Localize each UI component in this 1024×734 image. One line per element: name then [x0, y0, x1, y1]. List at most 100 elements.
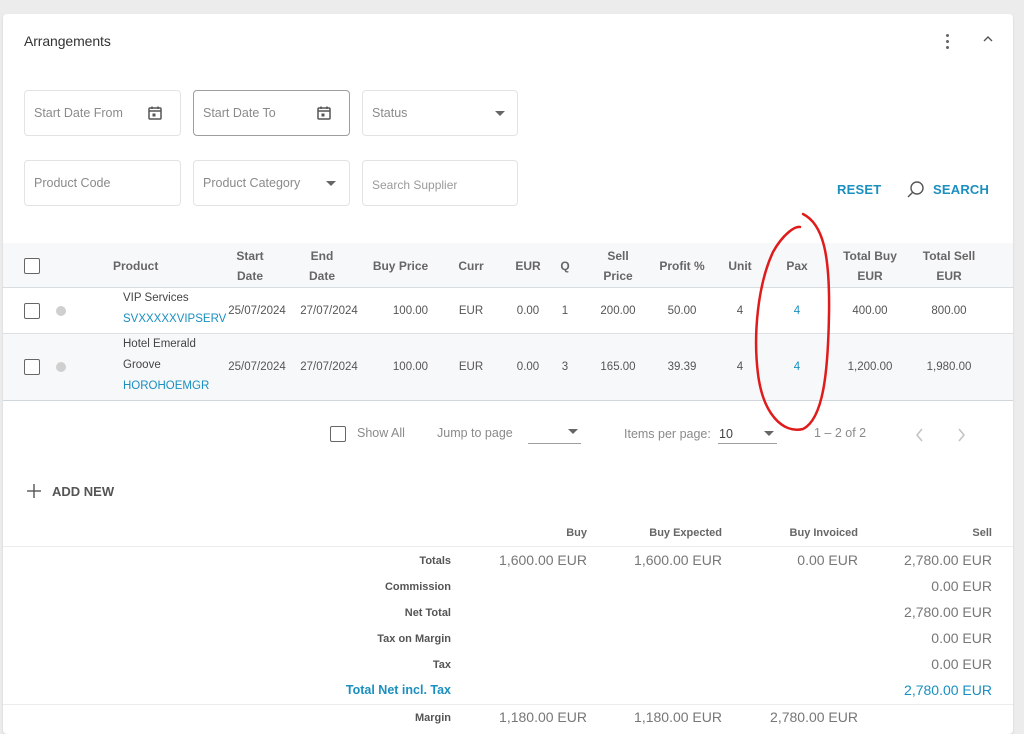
col-pax[interactable]: Pax	[779, 243, 815, 288]
col-sell-price[interactable]: Sell Price	[593, 243, 643, 288]
items-per-page-select[interactable]: 10	[718, 422, 777, 444]
status-select[interactable]: Status	[362, 90, 518, 136]
summary-row-label: Totals	[419, 555, 451, 567]
col-q[interactable]: Q	[555, 243, 575, 288]
caret-down-icon	[764, 431, 774, 436]
table-row[interactable]: Hotel Emerald Groove HOROHOEMGR 25/07/20…	[3, 334, 1013, 401]
pax-link[interactable]: 4	[779, 288, 815, 333]
summary-col-sell: Sell	[972, 527, 992, 539]
buy-price-cell: 100.00	[392, 304, 429, 317]
unit-cell: 4	[736, 304, 744, 317]
product-code-placeholder: Product Code	[34, 176, 111, 190]
product-cell: VIP Services SVXXXXXVIPSERV	[123, 288, 226, 333]
paginator: Show All Jump to page Items per page: 10…	[3, 419, 1013, 459]
prev-page-icon[interactable]	[912, 425, 928, 448]
add-new-button[interactable]: ADD NEW	[25, 481, 125, 503]
profit-cell: 39.39	[667, 361, 697, 373]
summary-buy-value: 1,180.00 EUR	[499, 709, 587, 725]
product-name-cont: Groove	[123, 359, 161, 371]
status-placeholder: Status	[372, 106, 408, 120]
col-profit[interactable]: Profit %	[653, 243, 711, 288]
calendar-icon[interactable]	[147, 105, 163, 126]
col-curr[interactable]: Curr	[451, 243, 491, 288]
buy-price-cell: 100.00	[392, 361, 429, 373]
col-buy-price[interactable]: Buy Price	[368, 243, 433, 288]
next-page-icon[interactable]	[953, 425, 969, 448]
pax-link[interactable]: 4	[779, 334, 815, 400]
row-checkbox[interactable]	[24, 303, 40, 319]
start-date-cell: 25/07/2024	[228, 361, 286, 373]
status-dot	[56, 362, 66, 372]
profit-cell: 50.00	[667, 304, 697, 317]
calendar-icon[interactable]	[316, 105, 332, 126]
summary-row-label: Commission	[384, 581, 451, 593]
card-title: Arrangements	[24, 33, 111, 49]
total-buy-cell: 1,200.00	[847, 361, 893, 373]
row-checkbox[interactable]	[24, 359, 40, 375]
summary-buy-invoiced-value: 2,780.00 EUR	[770, 709, 858, 725]
summary-col-buy: Buy	[566, 527, 587, 539]
start-date-from-field[interactable]: Start Date From	[24, 90, 181, 136]
product-category-select[interactable]: Product Category	[193, 160, 350, 206]
start-date-to-field[interactable]: Start Date To	[193, 90, 350, 136]
start-date-to-placeholder: Start Date To	[203, 106, 276, 120]
select-all-checkbox[interactable]	[24, 258, 40, 274]
product-name: Hotel Emerald	[123, 338, 196, 350]
product-cell: Hotel Emerald Groove HOROHOEMGR	[123, 334, 223, 400]
summary-row-label: Total Net incl. Tax	[345, 683, 451, 697]
col-total-sell[interactable]: Total Sell EUR	[915, 243, 983, 288]
col-unit[interactable]: Unit	[721, 243, 759, 288]
search-button[interactable]: SEARCH	[906, 179, 1006, 199]
status-dot	[56, 306, 66, 316]
caret-down-icon	[326, 181, 336, 186]
jump-to-page-select[interactable]	[528, 422, 581, 444]
items-per-page-label: Items per page:	[624, 427, 711, 441]
eur-cell: 0.00	[516, 304, 540, 317]
summary-row-label: Margin	[414, 712, 451, 724]
summary-row: Tax on Margin 0.00 EUR	[3, 630, 1013, 656]
summary-sell-value: 0.00 EUR	[931, 656, 992, 672]
arrangements-table: Product Start Date End Date Buy Price Curr…	[3, 243, 1013, 401]
product-code-link[interactable]: SVXXXXXVIPSERV	[123, 309, 226, 330]
arrangements-card: Arrangements Start Date From Start Date …	[3, 14, 1013, 734]
product-code-link[interactable]: HOROHOEMGR	[123, 376, 209, 397]
summary-row: Totals 1,600.00 EUR 1,600.00 EUR 0.00 EUR 2,…	[3, 552, 1013, 578]
search-icon	[906, 180, 926, 205]
col-product[interactable]: Product	[113, 243, 178, 288]
start-date-cell: 25/07/2024	[228, 304, 286, 317]
eur-cell: 0.00	[516, 361, 540, 373]
start-date-from-placeholder: Start Date From	[34, 106, 123, 120]
search-supplier-field[interactable]: Search Supplier	[362, 160, 518, 206]
chevron-up-icon[interactable]	[979, 30, 997, 48]
curr-cell: EUR	[458, 361, 484, 373]
total-sell-cell: 800.00	[931, 304, 967, 317]
show-all-label[interactable]: Show All	[357, 426, 405, 440]
table-header: Product Start Date End Date Buy Price Curr…	[3, 243, 1013, 288]
caret-down-icon	[568, 429, 578, 434]
col-eur[interactable]: EUR	[509, 243, 547, 288]
col-start-date[interactable]: Start Date	[225, 243, 275, 288]
search-supplier-placeholder: Search Supplier	[372, 178, 458, 192]
summary-buy-expected-value: 1,600.00 EUR	[634, 552, 722, 568]
plus-icon	[25, 482, 43, 505]
reset-button[interactable]: RESET	[837, 182, 881, 197]
summary-sell-value: 2,780.00 EUR	[904, 604, 992, 620]
col-total-buy[interactable]: Total Buy EUR	[836, 243, 904, 288]
summary-sell-value: 2,780.00 EUR	[904, 682, 992, 698]
col-end-date[interactable]: End Date	[297, 243, 347, 288]
summary-sell-value: 2,780.00 EUR	[904, 552, 992, 568]
summary-divider	[3, 704, 1013, 705]
product-name: VIP Services	[123, 292, 189, 304]
q-cell: 3	[561, 361, 569, 373]
product-code-field[interactable]: Product Code	[24, 160, 181, 206]
unit-cell: 4	[736, 361, 744, 373]
kebab-vertical-icon[interactable]	[941, 32, 955, 52]
table-row[interactable]: VIP Services SVXXXXXVIPSERV 25/07/2024 2…	[3, 288, 1013, 334]
summary-buy-value: 1,600.00 EUR	[499, 552, 587, 568]
add-new-label: ADD NEW	[52, 484, 115, 499]
summary-sell-value: 0.00 EUR	[931, 630, 992, 646]
end-date-cell: 27/07/2024	[300, 304, 358, 317]
sell-price-cell: 200.00	[600, 304, 636, 317]
show-all-checkbox[interactable]	[330, 426, 346, 442]
range-label: 1 – 2 of 2	[814, 426, 867, 440]
